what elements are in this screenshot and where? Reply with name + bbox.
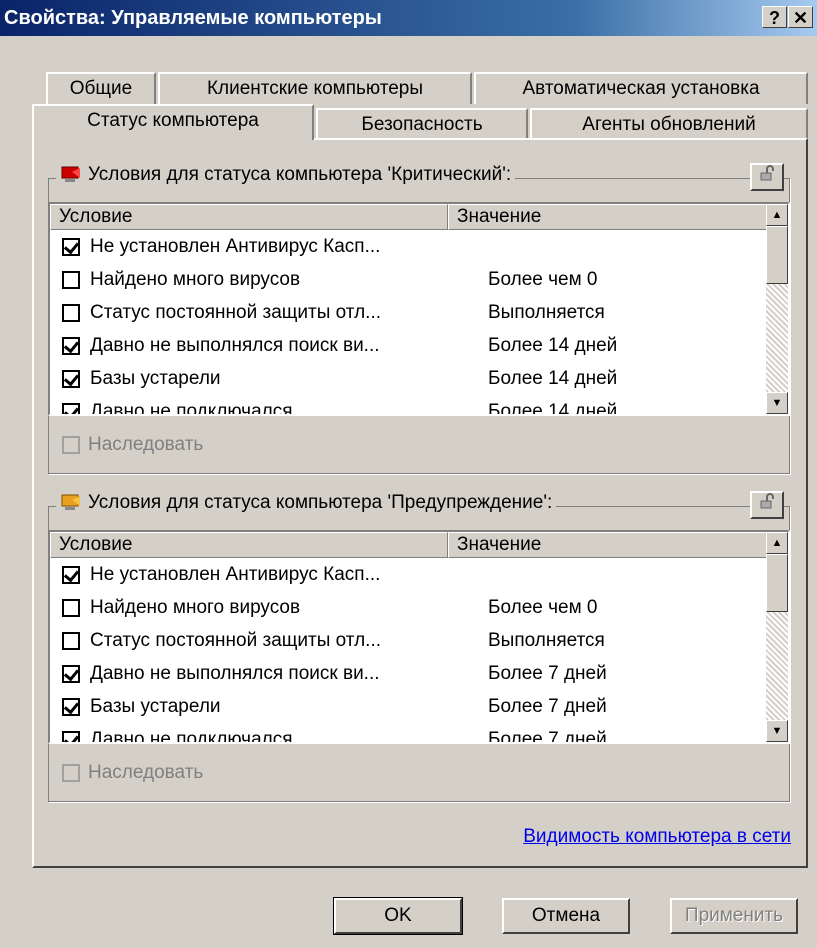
list-item[interactable]: Давно не выполнялся поиск ви... Более 7 д… — [50, 657, 766, 690]
tab-panel-computer-status: Условия для статуса компьютера 'Критичес… — [32, 138, 808, 868]
condition-text: Давно не выполнялся поиск ви... — [90, 334, 380, 356]
column-value[interactable]: Значение — [448, 204, 766, 230]
condition-value: Выполняется — [488, 301, 605, 323]
condition-checkbox[interactable] — [62, 730, 80, 742]
list-item[interactable]: Не установлен Антивирус Касп... — [50, 558, 766, 591]
network-visibility-link[interactable]: Видимость компьютера в сети — [523, 826, 791, 848]
lock-open-icon — [760, 165, 774, 181]
warning-group-title: Условия для статуса компьютера 'Предупре… — [56, 492, 557, 514]
list-header: Условие Значение — [50, 532, 766, 558]
scroll-up-button[interactable]: ▲ — [766, 204, 788, 226]
condition-value: Более 14 дней — [488, 400, 618, 415]
condition-text: Не установлен Антивирус Касп... — [90, 563, 381, 585]
properties-dialog: Свойства: Управляемые компьютеры ? ✕ Общ… — [0, 0, 817, 948]
help-button[interactable]: ? — [762, 6, 787, 28]
apply-button[interactable]: Применить — [670, 898, 798, 934]
list-item[interactable]: Не установлен Антивирус Касп... — [50, 230, 766, 263]
scroll-thumb[interactable] — [766, 554, 788, 612]
condition-checkbox[interactable] — [62, 565, 80, 584]
inherit-checkbox-box[interactable] — [62, 764, 80, 782]
list-header: Условие Значение — [50, 204, 766, 230]
condition-value: Выполняется — [488, 629, 605, 651]
condition-value: Более 7 дней — [488, 695, 607, 717]
lock-open-icon — [760, 493, 774, 509]
warning-conditions-list[interactable]: Условие Значение Не установлен Антивирус… — [48, 530, 790, 744]
computer-red-icon — [60, 166, 82, 184]
tab-update-agents[interactable]: Агенты обновлений — [530, 108, 808, 140]
ok-button[interactable]: OK — [333, 897, 463, 935]
list-item[interactable]: Давно не выполнялся поиск ви... Более 14 … — [50, 329, 766, 362]
list-item[interactable]: Базы устарели Более 14 дней — [50, 362, 766, 395]
column-condition[interactable]: Условие — [50, 532, 448, 558]
condition-text: Давно не подключался — [90, 400, 293, 415]
condition-value: Более 7 дней — [488, 662, 607, 684]
list-item[interactable]: Найдено много вирусов Более чем 0 — [50, 591, 766, 624]
condition-value: Более 7 дней — [488, 728, 607, 743]
condition-text: Базы устарели — [90, 695, 221, 717]
critical-inherit-checkbox[interactable]: Наследовать — [62, 434, 203, 456]
warning-conditions-group: Условия для статуса компьютера 'Предупре… — [48, 491, 790, 802]
critical-conditions-group: Условия для статуса компьютера 'Критичес… — [48, 163, 790, 474]
condition-value: Более чем 0 — [488, 268, 598, 290]
column-value[interactable]: Значение — [448, 532, 766, 558]
computer-yellow-icon — [60, 494, 82, 512]
condition-checkbox[interactable] — [62, 336, 80, 355]
condition-text: Найдено много вирусов — [90, 596, 301, 618]
scroll-up-button[interactable]: ▲ — [766, 532, 788, 554]
inherit-checkbox-box[interactable] — [62, 436, 80, 454]
scroll-thumb[interactable] — [766, 226, 788, 284]
condition-checkbox[interactable] — [62, 369, 80, 388]
tab-client-computers[interactable]: Клиентские компьютеры — [158, 72, 472, 104]
critical-lock-button[interactable] — [750, 163, 784, 191]
condition-checkbox[interactable] — [62, 402, 80, 414]
condition-checkbox[interactable] — [62, 664, 80, 683]
list-item[interactable]: Давно не подключался Более 7 дней — [50, 723, 766, 742]
title-bar[interactable]: Свойства: Управляемые компьютеры ? ✕ — [0, 0, 817, 36]
list-item[interactable]: Статус постоянной защиты отл... Выполняет… — [50, 296, 766, 329]
list-item[interactable]: Базы устарели Более 7 дней — [50, 690, 766, 723]
warning-inherit-checkbox[interactable]: Наследовать — [62, 762, 203, 784]
condition-text: Базы устарели — [90, 367, 221, 389]
condition-checkbox[interactable] — [62, 697, 80, 716]
condition-text: Статус постоянной защиты отл... — [90, 629, 382, 651]
condition-text: Найдено много вирусов — [90, 268, 301, 290]
scroll-down-button[interactable]: ▼ — [766, 392, 788, 414]
condition-checkbox[interactable] — [62, 270, 80, 289]
critical-scrollbar[interactable]: ▲ ▼ — [766, 204, 788, 414]
condition-checkbox[interactable] — [62, 303, 80, 322]
condition-value: Более чем 0 — [488, 596, 598, 618]
condition-checkbox[interactable] — [62, 237, 80, 256]
critical-conditions-list[interactable]: Условие Значение Не установлен Антивирус… — [48, 202, 790, 416]
condition-value: Более 14 дней — [488, 367, 618, 389]
condition-text: Давно не подключался — [90, 728, 293, 743]
condition-text: Не установлен Антивирус Касп... — [90, 235, 381, 257]
list-item[interactable]: Найдено много вирусов Более чем 0 — [50, 263, 766, 296]
tab-auto-install[interactable]: Автоматическая установка — [474, 72, 808, 104]
tab-security[interactable]: Безопасность — [316, 108, 528, 140]
critical-group-title: Условия для статуса компьютера 'Критичес… — [56, 164, 516, 186]
column-condition[interactable]: Условие — [50, 204, 448, 230]
condition-checkbox[interactable] — [62, 598, 80, 617]
tab-general[interactable]: Общие — [46, 72, 156, 104]
close-button[interactable]: ✕ — [788, 6, 813, 28]
condition-text: Давно не выполнялся поиск ви... — [90, 662, 380, 684]
list-item[interactable]: Давно не подключался Более 14 дней — [50, 395, 766, 414]
window-title: Свойства: Управляемые компьютеры — [4, 7, 382, 29]
cancel-button[interactable]: Отмена — [502, 898, 630, 934]
warning-scrollbar[interactable]: ▲ ▼ — [766, 532, 788, 742]
scroll-down-button[interactable]: ▼ — [766, 720, 788, 742]
list-item[interactable]: Статус постоянной защиты отл... Выполняет… — [50, 624, 766, 657]
condition-checkbox[interactable] — [62, 631, 80, 650]
tab-computer-status[interactable]: Статус компьютера — [32, 104, 314, 140]
warning-lock-button[interactable] — [750, 491, 784, 519]
condition-text: Статус постоянной защиты отл... — [90, 301, 382, 323]
condition-value: Более 14 дней — [488, 334, 618, 356]
